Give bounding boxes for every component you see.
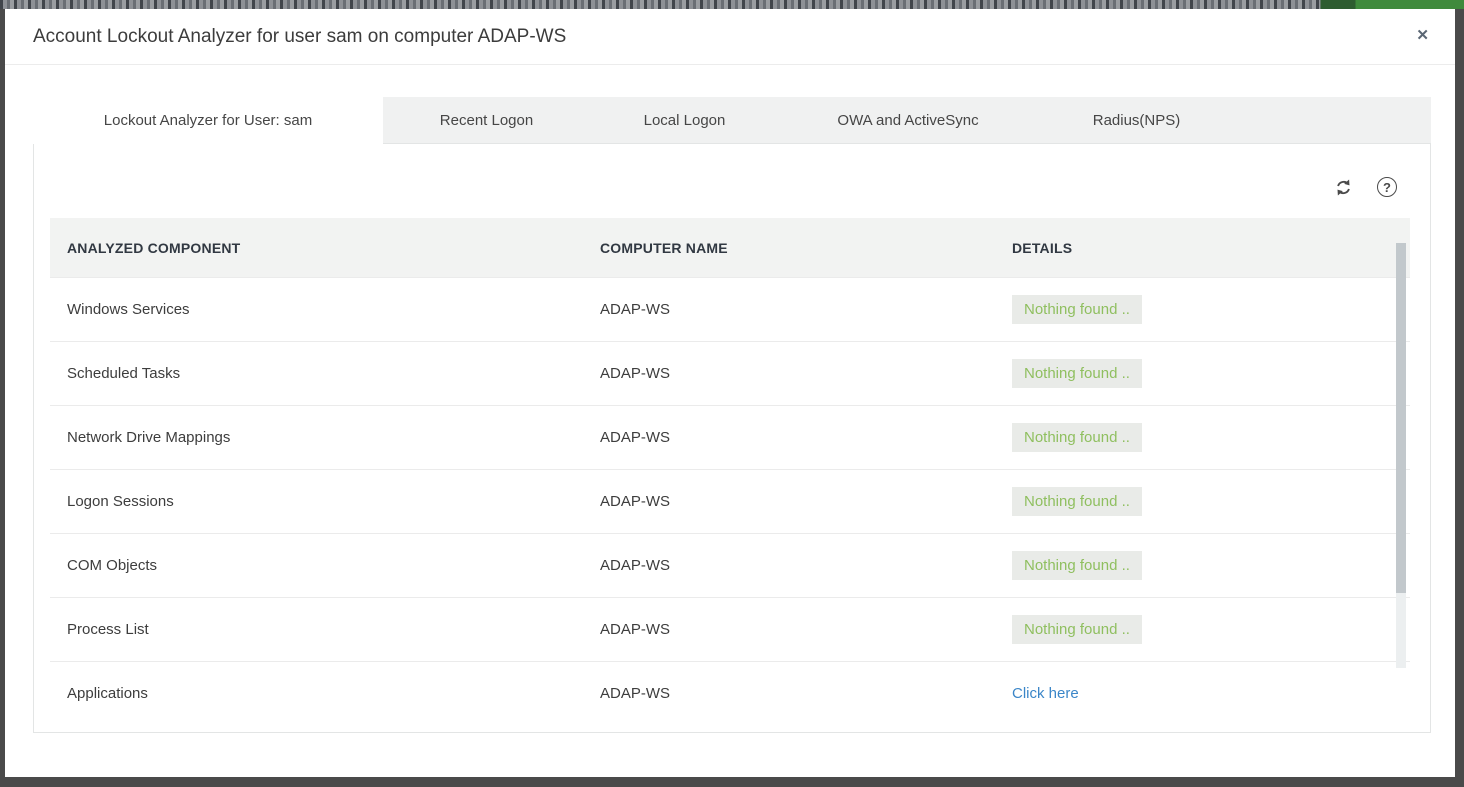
table-row: Windows Services ADAP-WS Nothing found .…: [50, 277, 1410, 341]
analyzed-component-cell: Network Drive Mappings: [67, 429, 600, 446]
computer-name-cell: ADAP-WS: [600, 493, 1012, 510]
dialog-title: Account Lockout Analyzer for user sam on…: [33, 9, 566, 65]
click-here-link[interactable]: Click here: [1012, 685, 1079, 702]
tab-bar: Lockout Analyzer for User: sam Recent Lo…: [33, 97, 1431, 143]
nothing-found-badge[interactable]: Nothing found ..: [1012, 551, 1142, 580]
help-icon[interactable]: ?: [1377, 177, 1397, 197]
table-row: Process List ADAP-WS Nothing found ..: [50, 597, 1410, 661]
table-row: Logon Sessions ADAP-WS Nothing found ..: [50, 469, 1410, 533]
nothing-found-badge[interactable]: Nothing found ..: [1012, 615, 1142, 644]
table-scrollbar-track[interactable]: [1396, 243, 1406, 668]
computer-name-cell: ADAP-WS: [600, 557, 1012, 574]
tab-local-logon[interactable]: Local Logon: [590, 97, 779, 143]
nothing-found-badge[interactable]: Nothing found ..: [1012, 295, 1142, 324]
analyzed-component-cell: Process List: [67, 621, 600, 638]
column-header-details: DETAILS: [1012, 240, 1410, 256]
table-header-row: ANALYZED COMPONENT COMPUTER NAME DETAILS: [50, 218, 1410, 277]
computer-name-cell: ADAP-WS: [600, 685, 1012, 702]
computer-name-cell: ADAP-WS: [600, 621, 1012, 638]
analyzed-component-cell: COM Objects: [67, 557, 600, 574]
background-page-sliver: [0, 0, 1464, 9]
nothing-found-badge[interactable]: Nothing found ..: [1012, 359, 1142, 388]
analyzed-component-cell: Logon Sessions: [67, 493, 600, 510]
analyzed-component-cell: Windows Services: [67, 301, 600, 318]
dialog-title-bar: Account Lockout Analyzer for user sam on…: [5, 9, 1455, 65]
close-icon[interactable]: ✕: [1416, 28, 1429, 43]
details-cell: Click here: [1012, 685, 1410, 702]
panel-toolbar: ?: [1334, 177, 1397, 197]
details-cell: Nothing found ..: [1012, 487, 1410, 516]
details-cell: Nothing found ..: [1012, 359, 1410, 388]
computer-name-cell: ADAP-WS: [600, 429, 1012, 446]
tab-owa-activesync[interactable]: OWA and ActiveSync: [779, 97, 1037, 143]
tab-recent-logon[interactable]: Recent Logon: [383, 97, 590, 143]
nothing-found-badge[interactable]: Nothing found ..: [1012, 487, 1142, 516]
table-scrollbar-thumb[interactable]: [1396, 243, 1406, 593]
analyzer-results-table: ANALYZED COMPONENT COMPUTER NAME DETAILS…: [50, 218, 1410, 725]
tab-content-panel: ? ANALYZED COMPONENT COMPUTER NAME DETAI…: [33, 143, 1431, 733]
table-row: Applications ADAP-WS Click here: [50, 661, 1410, 725]
table-row: COM Objects ADAP-WS Nothing found ..: [50, 533, 1410, 597]
computer-name-cell: ADAP-WS: [600, 365, 1012, 382]
refresh-icon[interactable]: [1334, 178, 1353, 197]
details-cell: Nothing found ..: [1012, 615, 1410, 644]
details-cell: Nothing found ..: [1012, 423, 1410, 452]
details-cell: Nothing found ..: [1012, 551, 1410, 580]
analyzed-component-cell: Applications: [67, 685, 600, 702]
analyzed-component-cell: Scheduled Tasks: [67, 365, 600, 382]
account-lockout-analyzer-dialog: Account Lockout Analyzer for user sam on…: [5, 9, 1455, 777]
computer-name-cell: ADAP-WS: [600, 301, 1012, 318]
nothing-found-badge[interactable]: Nothing found ..: [1012, 423, 1142, 452]
column-header-computer-name: COMPUTER NAME: [600, 240, 1012, 256]
tab-radius-nps[interactable]: Radius(NPS): [1037, 97, 1236, 143]
details-cell: Nothing found ..: [1012, 295, 1410, 324]
column-header-analyzed-component: ANALYZED COMPONENT: [67, 240, 600, 256]
table-row: Network Drive Mappings ADAP-WS Nothing f…: [50, 405, 1410, 469]
table-row: Scheduled Tasks ADAP-WS Nothing found ..: [50, 341, 1410, 405]
tab-lockout-analyzer[interactable]: Lockout Analyzer for User: sam: [33, 97, 383, 144]
